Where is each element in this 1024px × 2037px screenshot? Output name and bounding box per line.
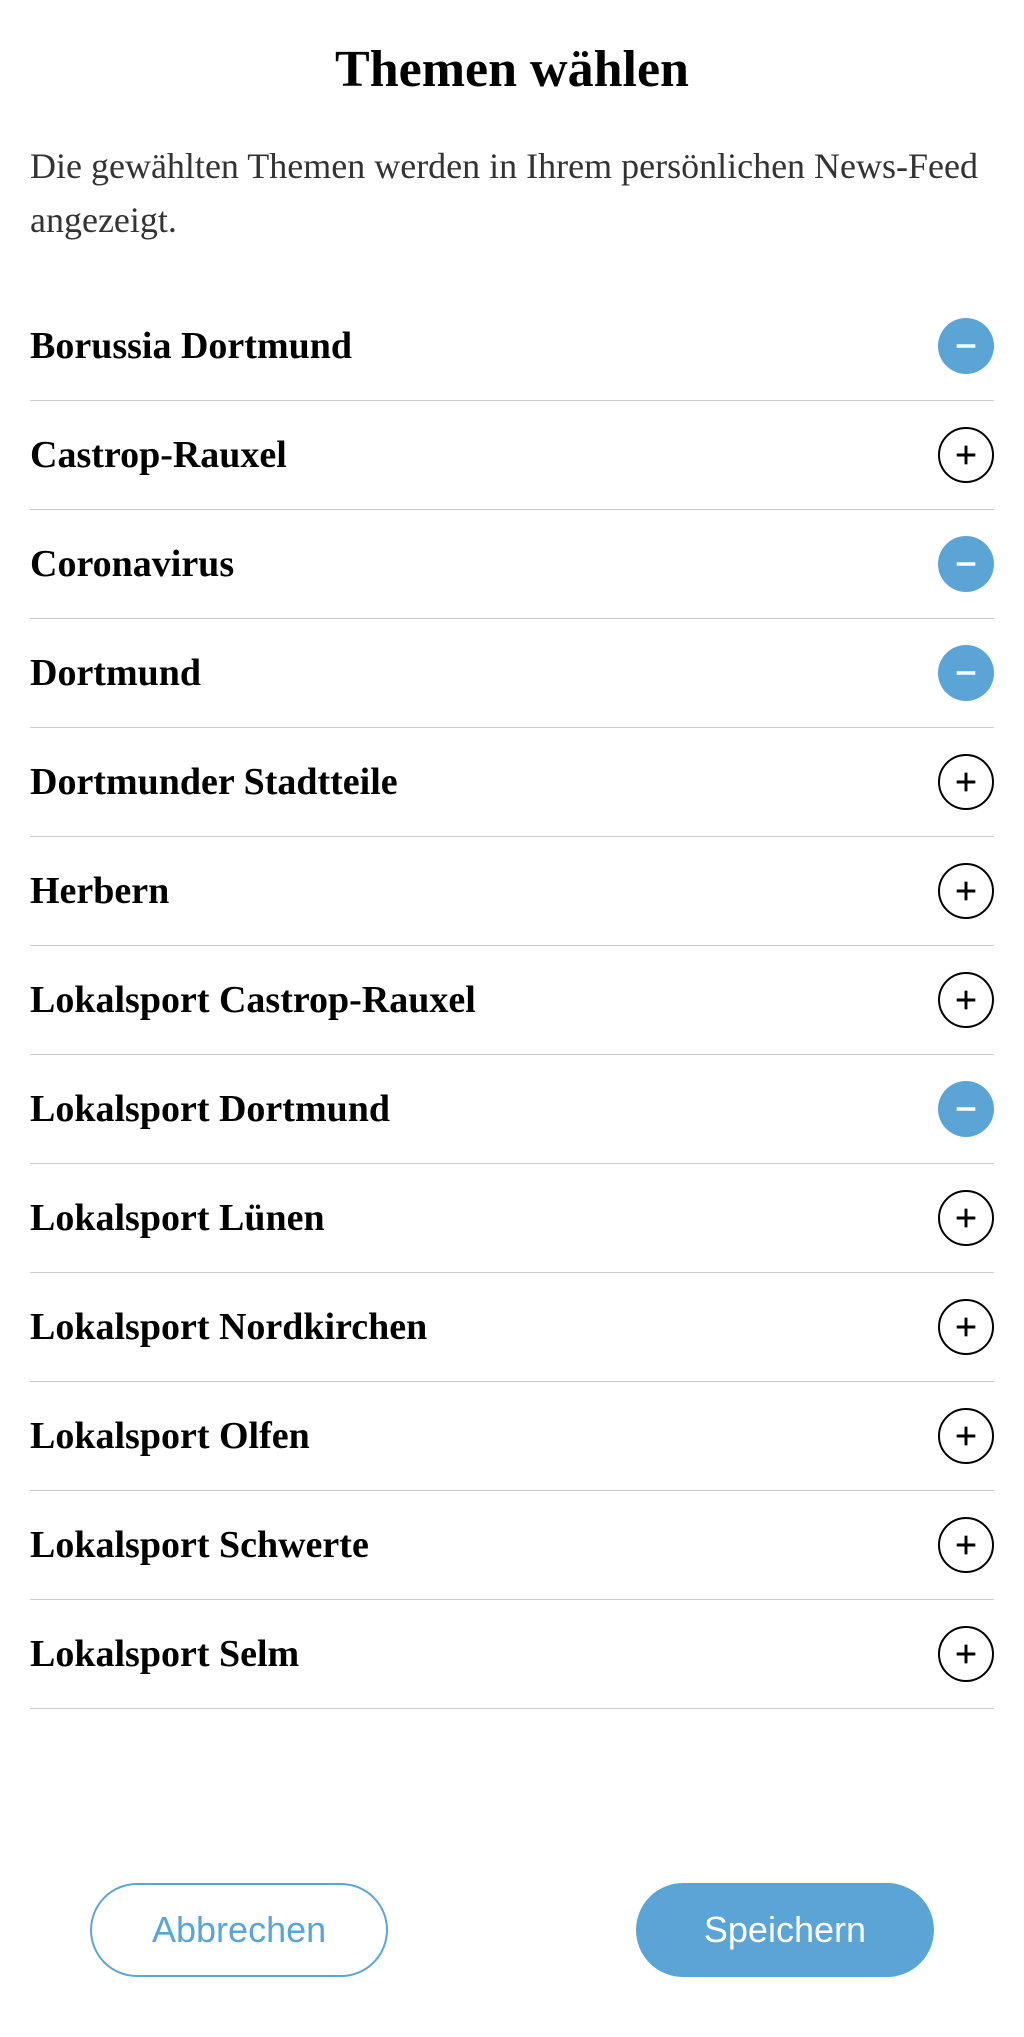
topic-item: Lokalsport Schwerte	[30, 1491, 994, 1600]
add-topic-button[interactable]	[938, 1626, 994, 1682]
add-topic-button[interactable]	[938, 972, 994, 1028]
topic-item: Lokalsport Castrop-Rauxel	[30, 946, 994, 1055]
topic-item: Herbern	[30, 837, 994, 946]
plus-icon	[940, 1519, 992, 1571]
topics-list: Borussia Dortmund Castrop-Rauxel Coronavir…	[30, 292, 994, 1749]
topic-item: Lokalsport Nordkirchen	[30, 1273, 994, 1382]
topic-label: Lokalsport Selm	[30, 1632, 299, 1676]
add-topic-button[interactable]	[938, 1190, 994, 1246]
cancel-button[interactable]: Abbrechen	[90, 1883, 388, 1977]
plus-icon	[940, 429, 992, 481]
topic-item	[30, 1709, 994, 1749]
minus-icon	[938, 318, 994, 374]
minus-icon	[938, 1081, 994, 1137]
add-topic-button[interactable]	[938, 863, 994, 919]
topic-item: Lokalsport Olfen	[30, 1382, 994, 1491]
add-topic-button[interactable]	[938, 754, 994, 810]
plus-icon	[940, 865, 992, 917]
topics-scroll-area[interactable]: Borussia Dortmund Castrop-Rauxel Coronavir…	[30, 292, 994, 1812]
topic-item: Lokalsport Selm	[30, 1600, 994, 1709]
add-topic-button[interactable]	[938, 1517, 994, 1573]
remove-topic-button[interactable]	[938, 1081, 994, 1137]
minus-icon	[938, 536, 994, 592]
plus-icon	[940, 1192, 992, 1244]
save-button[interactable]: Speichern	[636, 1883, 934, 1977]
add-topic-button[interactable]	[938, 427, 994, 483]
plus-icon	[940, 1301, 992, 1353]
topic-item: Coronavirus	[30, 510, 994, 619]
add-topic-button[interactable]	[938, 1299, 994, 1355]
topic-label: Lokalsport Schwerte	[30, 1523, 369, 1567]
topic-label: Lokalsport Dortmund	[30, 1087, 390, 1131]
topic-label: Lokalsport Lünen	[30, 1196, 325, 1240]
topic-item: Borussia Dortmund	[30, 292, 994, 401]
remove-topic-button[interactable]	[938, 536, 994, 592]
topic-item: Dortmunder Stadtteile	[30, 728, 994, 837]
topic-item: Castrop-Rauxel	[30, 401, 994, 510]
topic-label: Herbern	[30, 869, 169, 913]
topic-label: Dortmunder Stadtteile	[30, 760, 398, 804]
topic-label: Lokalsport Olfen	[30, 1414, 310, 1458]
topic-label: Coronavirus	[30, 542, 234, 586]
minus-icon	[938, 645, 994, 701]
topic-label: Castrop-Rauxel	[30, 433, 287, 477]
plus-icon	[940, 1410, 992, 1462]
topic-item: Lokalsport Lünen	[30, 1164, 994, 1273]
add-topic-button[interactable]	[938, 1408, 994, 1464]
topic-label: Lokalsport Castrop-Rauxel	[30, 978, 476, 1022]
topic-item: Dortmund	[30, 619, 994, 728]
plus-icon	[940, 756, 992, 808]
remove-topic-button[interactable]	[938, 318, 994, 374]
topic-label: Borussia Dortmund	[30, 324, 352, 368]
footer-actions: Abbrechen Speichern	[0, 1853, 1024, 2037]
topic-label: Lokalsport Nordkirchen	[30, 1305, 427, 1349]
remove-topic-button[interactable]	[938, 645, 994, 701]
topic-label	[30, 1735, 40, 1749]
topic-label: Dortmund	[30, 651, 201, 695]
page-description: Die gewählten Themen werden in Ihrem per…	[30, 139, 994, 247]
plus-icon	[940, 974, 992, 1026]
plus-icon	[940, 1628, 992, 1680]
page-title: Themen wählen	[30, 40, 994, 99]
topic-item: Lokalsport Dortmund	[30, 1055, 994, 1164]
